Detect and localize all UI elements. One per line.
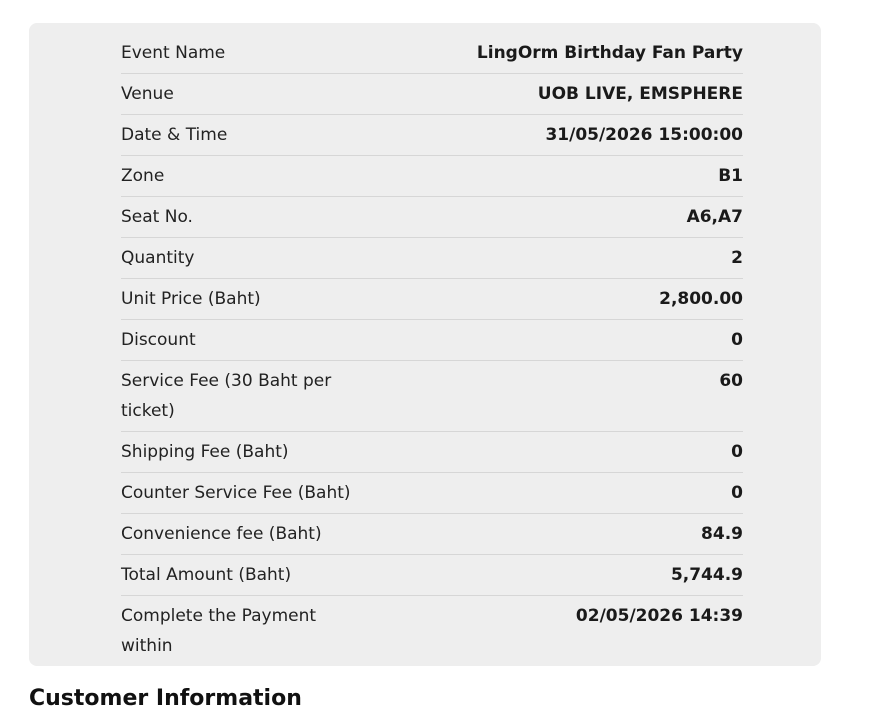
event-name-value: LingOrm Birthday Fan Party bbox=[476, 43, 743, 63]
shipping-fee-label: Shipping Fee (Baht) bbox=[121, 442, 289, 462]
convenience-fee-value: 84.9 bbox=[701, 524, 743, 544]
customer-information-heading: Customer Information bbox=[29, 686, 302, 711]
row-unit-price: Unit Price (Baht) 2,800.00 bbox=[121, 279, 743, 320]
row-service-fee: Service Fee (30 Baht per ticket) 60 bbox=[121, 361, 743, 432]
convenience-fee-label: Convenience fee (Baht) bbox=[121, 524, 322, 544]
payment-deadline-value: 02/05/2026 14:39 bbox=[575, 606, 743, 626]
quantity-value: 2 bbox=[731, 248, 743, 268]
order-summary-card: Event Name LingOrm Birthday Fan Party Ve… bbox=[29, 23, 821, 666]
unit-price-label: Unit Price (Baht) bbox=[121, 289, 261, 309]
discount-label: Discount bbox=[121, 330, 196, 350]
row-shipping-fee: Shipping Fee (Baht) 0 bbox=[121, 432, 743, 473]
unit-price-value: 2,800.00 bbox=[659, 289, 743, 309]
row-date-time: Date & Time 31/05/2026 15:00:00 bbox=[121, 115, 743, 156]
row-discount: Discount 0 bbox=[121, 320, 743, 361]
row-counter-service-fee: Counter Service Fee (Baht) 0 bbox=[121, 473, 743, 514]
row-venue: Venue UOB LIVE, EMSPHERE bbox=[121, 74, 743, 115]
date-time-label: Date & Time bbox=[121, 125, 228, 145]
total-amount-label: Total Amount (Baht) bbox=[121, 565, 292, 585]
order-summary-table: Event Name LingOrm Birthday Fan Party Ve… bbox=[121, 33, 743, 667]
discount-value: 0 bbox=[731, 330, 743, 350]
counter-service-fee-value: 0 bbox=[731, 483, 743, 503]
payment-deadline-label: Complete the Payment within bbox=[121, 606, 317, 656]
venue-value: UOB LIVE, EMSPHERE bbox=[537, 84, 743, 104]
counter-service-fee-label: Counter Service Fee (Baht) bbox=[121, 483, 351, 503]
zone-label: Zone bbox=[121, 166, 165, 186]
seat-no-label: Seat No. bbox=[121, 207, 193, 227]
zone-value: B1 bbox=[718, 166, 743, 186]
quantity-label: Quantity bbox=[121, 248, 195, 268]
venue-label: Venue bbox=[121, 84, 174, 104]
row-zone: Zone B1 bbox=[121, 156, 743, 197]
row-event-name: Event Name LingOrm Birthday Fan Party bbox=[121, 33, 743, 74]
row-total-amount: Total Amount (Baht) 5,744.9 bbox=[121, 555, 743, 596]
shipping-fee-value: 0 bbox=[731, 442, 743, 462]
total-amount-value: 5,744.9 bbox=[670, 565, 743, 585]
row-seat-no: Seat No. A6,A7 bbox=[121, 197, 743, 238]
seat-no-value: A6,A7 bbox=[686, 207, 743, 227]
row-quantity: Quantity 2 bbox=[121, 238, 743, 279]
date-time-value: 31/05/2026 15:00:00 bbox=[545, 125, 743, 145]
row-convenience-fee: Convenience fee (Baht) 84.9 bbox=[121, 514, 743, 555]
row-payment-deadline: Complete the Payment within 02/05/2026 1… bbox=[121, 596, 743, 667]
service-fee-value: 60 bbox=[719, 371, 743, 391]
event-name-label: Event Name bbox=[121, 43, 226, 63]
service-fee-label: Service Fee (30 Baht per ticket) bbox=[121, 371, 332, 421]
